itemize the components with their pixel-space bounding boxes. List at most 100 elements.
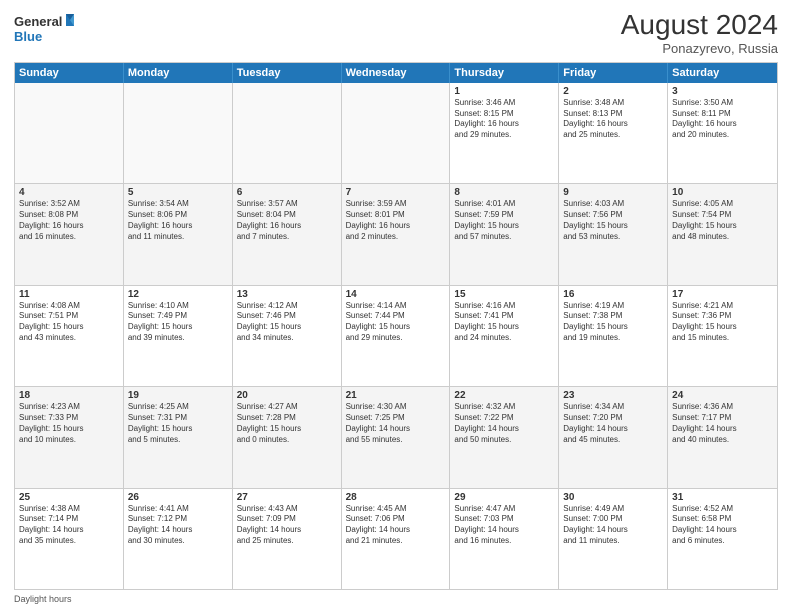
cal-cell-4-5: 30Sunrise: 4:49 AM Sunset: 7:00 PM Dayli… <box>559 489 668 589</box>
day-num-2-0: 11 <box>19 289 119 300</box>
calendar: SundayMondayTuesdayWednesdayThursdayFrid… <box>14 62 778 590</box>
day-num-1-2: 6 <box>237 187 337 198</box>
day-num-1-0: 4 <box>19 187 119 198</box>
cell-text-3-1: Sunrise: 4:25 AM Sunset: 7:31 PM Dayligh… <box>128 402 228 445</box>
cal-cell-2-4: 15Sunrise: 4:16 AM Sunset: 7:41 PM Dayli… <box>450 286 559 386</box>
day-num-1-4: 8 <box>454 187 554 198</box>
svg-text:Blue: Blue <box>14 29 42 44</box>
cal-row-4: 25Sunrise: 4:38 AM Sunset: 7:14 PM Dayli… <box>15 488 777 589</box>
day-num-2-4: 15 <box>454 289 554 300</box>
logo: General Blue <box>14 10 74 48</box>
cal-cell-1-6: 10Sunrise: 4:05 AM Sunset: 7:54 PM Dayli… <box>668 184 777 284</box>
cell-text-1-4: Sunrise: 4:01 AM Sunset: 7:59 PM Dayligh… <box>454 199 554 242</box>
calendar-body: 1Sunrise: 3:46 AM Sunset: 8:15 PM Daylig… <box>15 83 777 589</box>
cell-text-3-5: Sunrise: 4:34 AM Sunset: 7:20 PM Dayligh… <box>563 402 663 445</box>
cell-text-3-2: Sunrise: 4:27 AM Sunset: 7:28 PM Dayligh… <box>237 402 337 445</box>
cal-cell-3-0: 18Sunrise: 4:23 AM Sunset: 7:33 PM Dayli… <box>15 387 124 487</box>
footer: Daylight hours <box>14 594 778 604</box>
cell-text-2-0: Sunrise: 4:08 AM Sunset: 7:51 PM Dayligh… <box>19 301 119 344</box>
day-num-3-3: 21 <box>346 390 446 401</box>
day-num-4-0: 25 <box>19 492 119 503</box>
day-num-3-5: 23 <box>563 390 663 401</box>
footer-text: Daylight hours <box>14 594 72 604</box>
cell-text-3-6: Sunrise: 4:36 AM Sunset: 7:17 PM Dayligh… <box>672 402 773 445</box>
day-num-2-3: 14 <box>346 289 446 300</box>
day-num-4-3: 28 <box>346 492 446 503</box>
cell-text-4-1: Sunrise: 4:41 AM Sunset: 7:12 PM Dayligh… <box>128 504 228 547</box>
day-num-4-5: 30 <box>563 492 663 503</box>
cal-cell-3-1: 19Sunrise: 4:25 AM Sunset: 7:31 PM Dayli… <box>124 387 233 487</box>
cell-text-4-2: Sunrise: 4:43 AM Sunset: 7:09 PM Dayligh… <box>237 504 337 547</box>
cell-text-2-4: Sunrise: 4:16 AM Sunset: 7:41 PM Dayligh… <box>454 301 554 344</box>
cal-cell-2-3: 14Sunrise: 4:14 AM Sunset: 7:44 PM Dayli… <box>342 286 451 386</box>
day-num-1-1: 5 <box>128 187 228 198</box>
cell-text-4-4: Sunrise: 4:47 AM Sunset: 7:03 PM Dayligh… <box>454 504 554 547</box>
cell-text-2-5: Sunrise: 4:19 AM Sunset: 7:38 PM Dayligh… <box>563 301 663 344</box>
subtitle: Ponazyrevo, Russia <box>621 41 778 56</box>
main-title: August 2024 <box>621 10 778 41</box>
cell-text-3-0: Sunrise: 4:23 AM Sunset: 7:33 PM Dayligh… <box>19 402 119 445</box>
cal-cell-0-0 <box>15 83 124 183</box>
cal-cell-2-1: 12Sunrise: 4:10 AM Sunset: 7:49 PM Dayli… <box>124 286 233 386</box>
day-num-2-6: 17 <box>672 289 773 300</box>
logo-svg: General Blue <box>14 10 74 48</box>
cal-cell-3-2: 20Sunrise: 4:27 AM Sunset: 7:28 PM Dayli… <box>233 387 342 487</box>
cell-text-1-3: Sunrise: 3:59 AM Sunset: 8:01 PM Dayligh… <box>346 199 446 242</box>
cal-cell-2-5: 16Sunrise: 4:19 AM Sunset: 7:38 PM Dayli… <box>559 286 668 386</box>
day-num-1-6: 10 <box>672 187 773 198</box>
cell-text-0-5: Sunrise: 3:48 AM Sunset: 8:13 PM Dayligh… <box>563 98 663 141</box>
day-num-4-4: 29 <box>454 492 554 503</box>
cal-cell-0-4: 1Sunrise: 3:46 AM Sunset: 8:15 PM Daylig… <box>450 83 559 183</box>
cal-header-saturday: Saturday <box>668 63 777 83</box>
day-num-2-5: 16 <box>563 289 663 300</box>
day-num-0-5: 2 <box>563 86 663 97</box>
cal-cell-0-3 <box>342 83 451 183</box>
cell-text-2-1: Sunrise: 4:10 AM Sunset: 7:49 PM Dayligh… <box>128 301 228 344</box>
cell-text-1-2: Sunrise: 3:57 AM Sunset: 8:04 PM Dayligh… <box>237 199 337 242</box>
cal-cell-1-1: 5Sunrise: 3:54 AM Sunset: 8:06 PM Daylig… <box>124 184 233 284</box>
day-num-2-1: 12 <box>128 289 228 300</box>
cal-cell-4-6: 31Sunrise: 4:52 AM Sunset: 6:58 PM Dayli… <box>668 489 777 589</box>
calendar-header: SundayMondayTuesdayWednesdayThursdayFrid… <box>15 63 777 83</box>
cell-text-4-0: Sunrise: 4:38 AM Sunset: 7:14 PM Dayligh… <box>19 504 119 547</box>
cal-cell-1-2: 6Sunrise: 3:57 AM Sunset: 8:04 PM Daylig… <box>233 184 342 284</box>
cal-row-1: 4Sunrise: 3:52 AM Sunset: 8:08 PM Daylig… <box>15 183 777 284</box>
cell-text-2-2: Sunrise: 4:12 AM Sunset: 7:46 PM Dayligh… <box>237 301 337 344</box>
cal-cell-1-5: 9Sunrise: 4:03 AM Sunset: 7:56 PM Daylig… <box>559 184 668 284</box>
cell-text-0-4: Sunrise: 3:46 AM Sunset: 8:15 PM Dayligh… <box>454 98 554 141</box>
cal-cell-0-1 <box>124 83 233 183</box>
day-num-3-0: 18 <box>19 390 119 401</box>
cal-cell-3-6: 24Sunrise: 4:36 AM Sunset: 7:17 PM Dayli… <box>668 387 777 487</box>
day-num-3-4: 22 <box>454 390 554 401</box>
cell-text-1-6: Sunrise: 4:05 AM Sunset: 7:54 PM Dayligh… <box>672 199 773 242</box>
cal-cell-0-5: 2Sunrise: 3:48 AM Sunset: 8:13 PM Daylig… <box>559 83 668 183</box>
cal-cell-3-3: 21Sunrise: 4:30 AM Sunset: 7:25 PM Dayli… <box>342 387 451 487</box>
cal-cell-1-3: 7Sunrise: 3:59 AM Sunset: 8:01 PM Daylig… <box>342 184 451 284</box>
day-num-0-6: 3 <box>672 86 773 97</box>
cal-row-0: 1Sunrise: 3:46 AM Sunset: 8:15 PM Daylig… <box>15 83 777 183</box>
cal-header-wednesday: Wednesday <box>342 63 451 83</box>
cal-header-monday: Monday <box>124 63 233 83</box>
cal-header-sunday: Sunday <box>15 63 124 83</box>
cell-text-1-5: Sunrise: 4:03 AM Sunset: 7:56 PM Dayligh… <box>563 199 663 242</box>
cell-text-3-3: Sunrise: 4:30 AM Sunset: 7:25 PM Dayligh… <box>346 402 446 445</box>
cal-cell-1-0: 4Sunrise: 3:52 AM Sunset: 8:08 PM Daylig… <box>15 184 124 284</box>
cal-row-3: 18Sunrise: 4:23 AM Sunset: 7:33 PM Dayli… <box>15 386 777 487</box>
cal-header-friday: Friday <box>559 63 668 83</box>
day-num-2-2: 13 <box>237 289 337 300</box>
cal-row-2: 11Sunrise: 4:08 AM Sunset: 7:51 PM Dayli… <box>15 285 777 386</box>
day-num-3-1: 19 <box>128 390 228 401</box>
cell-text-1-1: Sunrise: 3:54 AM Sunset: 8:06 PM Dayligh… <box>128 199 228 242</box>
cal-cell-4-0: 25Sunrise: 4:38 AM Sunset: 7:14 PM Dayli… <box>15 489 124 589</box>
cal-cell-2-6: 17Sunrise: 4:21 AM Sunset: 7:36 PM Dayli… <box>668 286 777 386</box>
day-num-1-5: 9 <box>563 187 663 198</box>
day-num-3-2: 20 <box>237 390 337 401</box>
cell-text-2-3: Sunrise: 4:14 AM Sunset: 7:44 PM Dayligh… <box>346 301 446 344</box>
page: General Blue August 2024 Ponazyrevo, Rus… <box>0 0 792 612</box>
day-num-1-3: 7 <box>346 187 446 198</box>
cal-cell-4-2: 27Sunrise: 4:43 AM Sunset: 7:09 PM Dayli… <box>233 489 342 589</box>
header: General Blue August 2024 Ponazyrevo, Rus… <box>14 10 778 56</box>
cal-header-thursday: Thursday <box>450 63 559 83</box>
cell-text-0-6: Sunrise: 3:50 AM Sunset: 8:11 PM Dayligh… <box>672 98 773 141</box>
day-num-0-4: 1 <box>454 86 554 97</box>
